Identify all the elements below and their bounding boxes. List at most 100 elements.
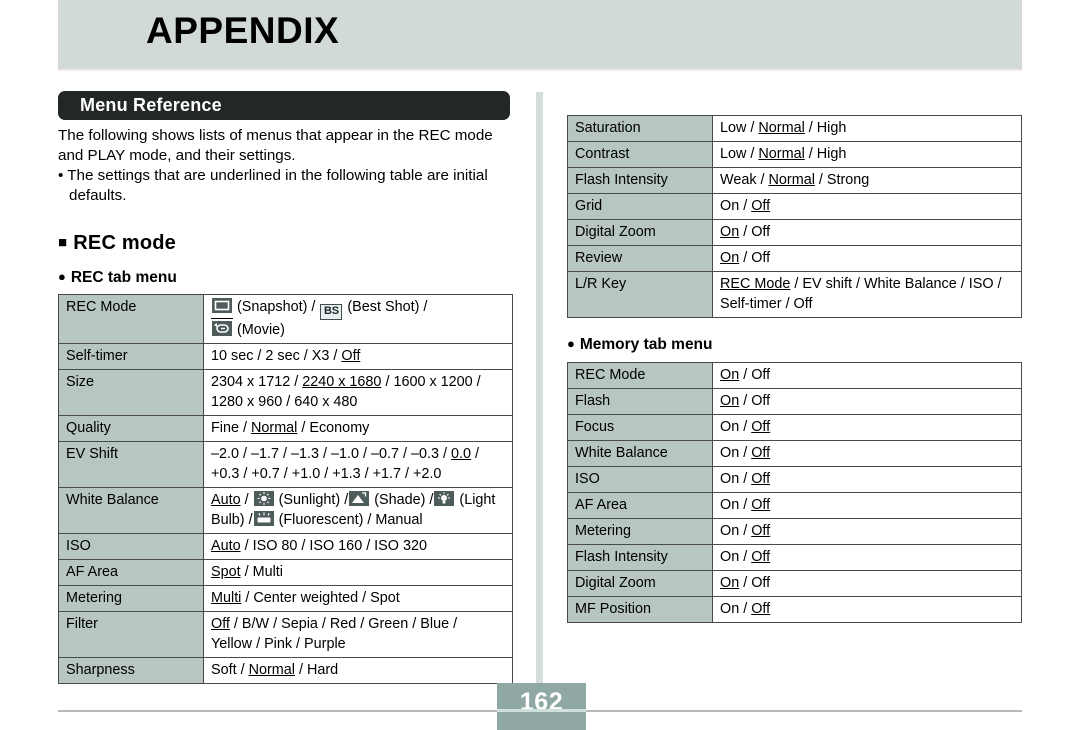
value-default: 2240 x 1680 xyxy=(302,374,382,390)
row-value: Fine / Normal / Economy xyxy=(203,415,513,442)
value-plain: On / xyxy=(720,549,752,565)
table-row: Metering On / Off xyxy=(567,518,1022,545)
value-line2: Self-timer / Off xyxy=(720,296,813,312)
snapshot-label: (Snapshot) / xyxy=(237,299,316,315)
table-row: ISO Auto / ISO 80 / ISO 160 / ISO 320 xyxy=(58,533,513,560)
row-label: REC Mode xyxy=(58,294,204,344)
row-label: Review xyxy=(567,245,713,272)
row-value: Off / B/W / Sepia / Red / Green / Blue /… xyxy=(203,611,513,658)
page-number: 162 xyxy=(519,688,564,716)
row-label: MF Position xyxy=(567,596,713,623)
row-label: Focus xyxy=(567,414,713,441)
value-default: Normal xyxy=(251,420,298,436)
value-default: On xyxy=(720,224,740,240)
table-row: AF Area On / Off xyxy=(567,492,1022,519)
value-default: Normal xyxy=(758,146,805,162)
row-label: Flash Intensity xyxy=(567,167,713,194)
row-label: Metering xyxy=(58,585,204,612)
table-row: AF Area Spot / Multi xyxy=(58,559,513,586)
shade-icon xyxy=(349,491,370,506)
value-plain: / Off xyxy=(739,224,771,240)
value-default: Off xyxy=(341,348,361,364)
value-default: On xyxy=(720,367,740,383)
row-value: –2.0 / –1.7 / –1.3 / –1.0 / –0.7 / –0.3 … xyxy=(203,441,513,488)
table-row: Contrast Low / Normal / High xyxy=(567,141,1022,168)
table-row: Flash On / Off xyxy=(567,388,1022,415)
value-default: Normal xyxy=(248,662,295,678)
row-label: L/R Key xyxy=(567,271,713,318)
row-label: Self-timer xyxy=(58,343,204,370)
table-row: Quality Fine / Normal / Economy xyxy=(58,415,513,442)
table-row: Digital Zoom On / Off xyxy=(567,570,1022,597)
table-row: Flash Intensity On / Off xyxy=(567,544,1022,571)
value-default: Off xyxy=(751,419,771,435)
value-plain: / Off xyxy=(739,575,771,591)
value-plain: / Multi xyxy=(240,564,283,580)
best-shot-icon: BS xyxy=(320,304,343,320)
rec-tab-menu-table: REC Mode (Snapshot) / BS (Best Shot) / (… xyxy=(58,294,513,684)
snapshot-icon xyxy=(212,298,232,313)
table-row: Metering Multi / Center weighted / Spot xyxy=(58,585,513,612)
value-plain: On / xyxy=(720,445,752,461)
fluorescent-label: (Fluorescent) / Manual xyxy=(278,512,423,528)
value-plain: / 1600 x 1200 / xyxy=(381,374,481,390)
table-row: Size 2304 x 1712 / 2240 x 1680 / 1600 x … xyxy=(58,369,513,416)
value-sep: / xyxy=(240,492,253,508)
value-plain: / Off xyxy=(739,367,771,383)
value-default: Off xyxy=(751,549,771,565)
row-value: Low / Normal / High xyxy=(712,115,1022,142)
value-default: On xyxy=(720,250,740,266)
value-plain: On / xyxy=(720,523,752,539)
row-value: On / Off xyxy=(712,544,1022,571)
row-label: White Balance xyxy=(567,440,713,467)
column-divider xyxy=(536,92,543,690)
row-value: (Snapshot) / BS (Best Shot) / (Movie) xyxy=(203,294,513,344)
table-row: Saturation Low / Normal / High xyxy=(567,115,1022,142)
fluorescent-icon xyxy=(253,511,274,526)
table-row: Self-timer 10 sec / 2 sec / X3 / Off xyxy=(58,343,513,370)
row-label: Digital Zoom xyxy=(567,570,713,597)
row-label: Flash xyxy=(567,388,713,415)
row-label: ISO xyxy=(58,533,204,560)
table-row: Grid On / Off xyxy=(567,193,1022,220)
intro-paragraph: The following shows lists of menus that … xyxy=(58,127,493,164)
page-title: APPENDIX xyxy=(146,10,340,51)
value-plain: Low / xyxy=(720,146,759,162)
black-circle-icon: ● xyxy=(58,269,66,284)
table-row: Filter Off / B/W / Sepia / Red / Green /… xyxy=(58,611,513,658)
value-default: Off xyxy=(751,198,771,214)
row-value: On / Off xyxy=(712,193,1022,220)
value-plain: Weak / xyxy=(720,172,769,188)
row-value: On / Off xyxy=(712,492,1022,519)
value-default: Normal xyxy=(768,172,815,188)
table-row: White Balance Auto / (Sunlight) / (Shade… xyxy=(58,487,513,534)
row-value: Multi / Center weighted / Spot xyxy=(203,585,513,612)
row-label: Sharpness xyxy=(58,657,204,684)
value-default: Off xyxy=(751,523,771,539)
memory-tab-menu-heading-label: Memory tab menu xyxy=(579,336,713,353)
row-label: EV Shift xyxy=(58,441,204,488)
table-row: L/R Key REC Mode / EV shift / White Bala… xyxy=(567,271,1022,318)
best-shot-label: (Best Shot) / xyxy=(347,299,428,315)
row-value: REC Mode / EV shift / White Balance / IS… xyxy=(712,271,1022,318)
value-plain: / Strong xyxy=(814,172,870,188)
row-value: Spot / Multi xyxy=(203,559,513,586)
value-default: Auto xyxy=(211,538,241,554)
rec-mode-heading: ■ REC mode xyxy=(58,232,514,255)
value-default: REC Mode xyxy=(720,276,791,292)
value-default: On xyxy=(720,575,740,591)
table-row: Sharpness Soft / Normal / Hard xyxy=(58,657,513,684)
value-default: Off xyxy=(751,445,771,461)
row-value: Soft / Normal / Hard xyxy=(203,657,513,684)
row-value: On / Off xyxy=(712,414,1022,441)
rec-tab-menu-table-continued: Saturation Low / Normal / High Contrast … xyxy=(567,115,1022,318)
rec-tab-menu-heading: ● REC tab menu xyxy=(58,269,514,287)
right-column: Saturation Low / Normal / High Contrast … xyxy=(567,115,1023,623)
value-line2: Yellow / Pink / Purple xyxy=(211,636,346,652)
row-label: Contrast xyxy=(567,141,713,168)
value-default: Off xyxy=(751,497,771,513)
value-default: Off xyxy=(751,601,771,617)
row-value: On / Off xyxy=(712,518,1022,545)
memory-tab-menu-table: REC Mode On / Off Flash On / Off Focus O… xyxy=(567,362,1022,623)
appendix-header-bar: APPENDIX xyxy=(58,0,1022,71)
